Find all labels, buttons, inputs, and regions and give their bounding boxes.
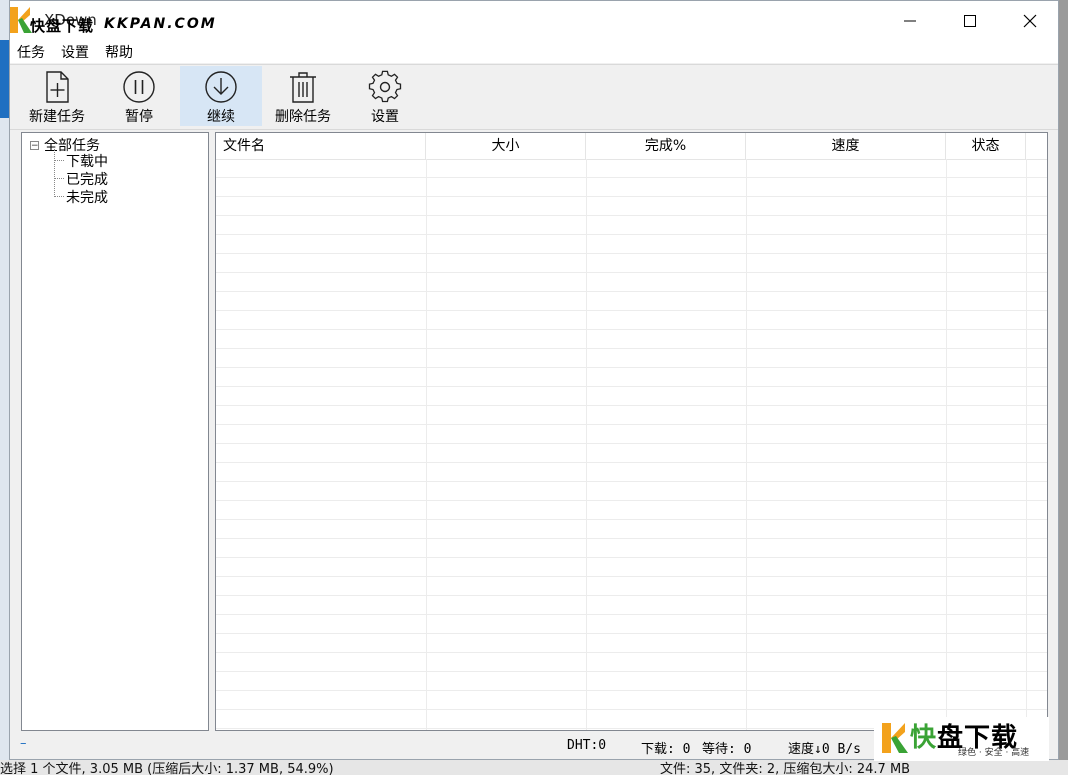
resume-label: 继续 [207,109,235,125]
minimize-icon [904,20,916,22]
tree-connector [54,149,55,197]
desktop-background-right [1059,0,1068,775]
toolbar: 新建任务 暂停 继续 删除任务 设置 [10,64,1058,130]
tree-connector [54,196,64,197]
close-icon [1023,14,1037,28]
task-list: 文件名 大小 完成% 速度 状态 [215,132,1048,731]
column-header-progress[interactable]: 完成% [586,133,746,159]
minimize-button[interactable] [880,1,940,41]
kuaipan-logo-icon [10,7,32,33]
new-file-icon [46,71,69,103]
status-waiting-count: 等待: 0 [702,742,752,757]
delete-task-button[interactable]: 删除任务 [262,66,344,126]
column-divider [746,159,747,730]
trash-icon [290,72,316,103]
new-task-button[interactable]: 新建任务 [16,66,98,126]
column-divider [586,159,587,730]
task-list-rows [216,159,1047,730]
column-header-size[interactable]: 大小 [426,133,586,159]
close-button[interactable] [1000,1,1060,41]
menu-task[interactable]: 任务 [17,42,45,62]
column-header-filename[interactable]: 文件名 [216,133,426,159]
background-status-strip: 选择 1 个文件, 3.05 MB (压缩后大小: 1.37 MB, 54.9%… [0,760,1068,775]
desktop-background-left [0,0,9,775]
collapse-icon[interactable]: − [30,140,39,150]
task-list-header: 文件名 大小 完成% 速度 状态 [216,133,1047,160]
download-icon [205,71,237,103]
tree-item-incomplete[interactable]: 未完成 [66,187,108,207]
title-bar[interactable]: XDown 快盘下载 KKPAN.COM [10,1,1058,41]
tree-item-downloading[interactable]: 下载中 [66,151,108,171]
pause-label: 暂停 [125,109,153,125]
status-speed: 速度↓0 B/s [788,742,861,757]
settings-label: 设置 [371,109,399,125]
pause-button[interactable]: 暂停 [98,66,180,126]
column-header-speed[interactable]: 速度 [746,133,946,159]
settings-button[interactable]: 设置 [344,66,426,126]
delete-task-label: 删除任务 [275,109,331,125]
menu-help[interactable]: 帮助 [105,42,133,62]
window-title-url: KKPAN.COM [104,16,217,32]
tree-item-completed[interactable]: 已完成 [66,169,108,189]
gear-icon [368,70,402,103]
watermark-brand-first: 快 [910,723,938,753]
maximize-icon [964,15,976,27]
status-indicator: – [20,736,27,751]
window-title-overlay: 快盘下载 [30,17,95,35]
tree-connector [54,178,64,179]
column-divider [1026,159,1027,730]
kuaipan-watermark: 快盘下载 绿色 · 安全 · 高速 [874,717,1049,761]
task-category-tree: − 全部任务 下载中 已完成 未完成 [21,132,209,731]
menu-bar: 任务 设置 帮助 [10,41,1058,63]
tree-connector [54,160,64,161]
column-divider [426,159,427,730]
app-window: XDown 快盘下载 KKPAN.COM 任务 设置 帮助 新建任务 暂停 继续… [9,0,1059,761]
maximize-button[interactable] [940,1,1000,41]
status-dht: DHT:0 [567,738,607,753]
new-task-label: 新建任务 [29,109,85,125]
background-status-right: 文件: 35, 文件夹: 2, 压缩包大小: 24.7 MB [660,762,911,775]
menu-settings[interactable]: 设置 [61,42,89,62]
status-downloading-count: 下载: 0 [641,742,691,757]
desktop-background-accent [0,40,9,118]
resume-button[interactable]: 继续 [180,66,262,126]
kuaipan-watermark-logo-icon [882,723,908,753]
pause-icon [123,71,155,103]
background-status-left: 选择 1 个文件, 3.05 MB (压缩后大小: 1.37 MB, 54.9%… [0,762,334,775]
column-header-status[interactable]: 状态 [946,133,1026,159]
watermark-tagline: 绿色 · 安全 · 高速 [958,748,1030,758]
column-divider [946,159,947,730]
